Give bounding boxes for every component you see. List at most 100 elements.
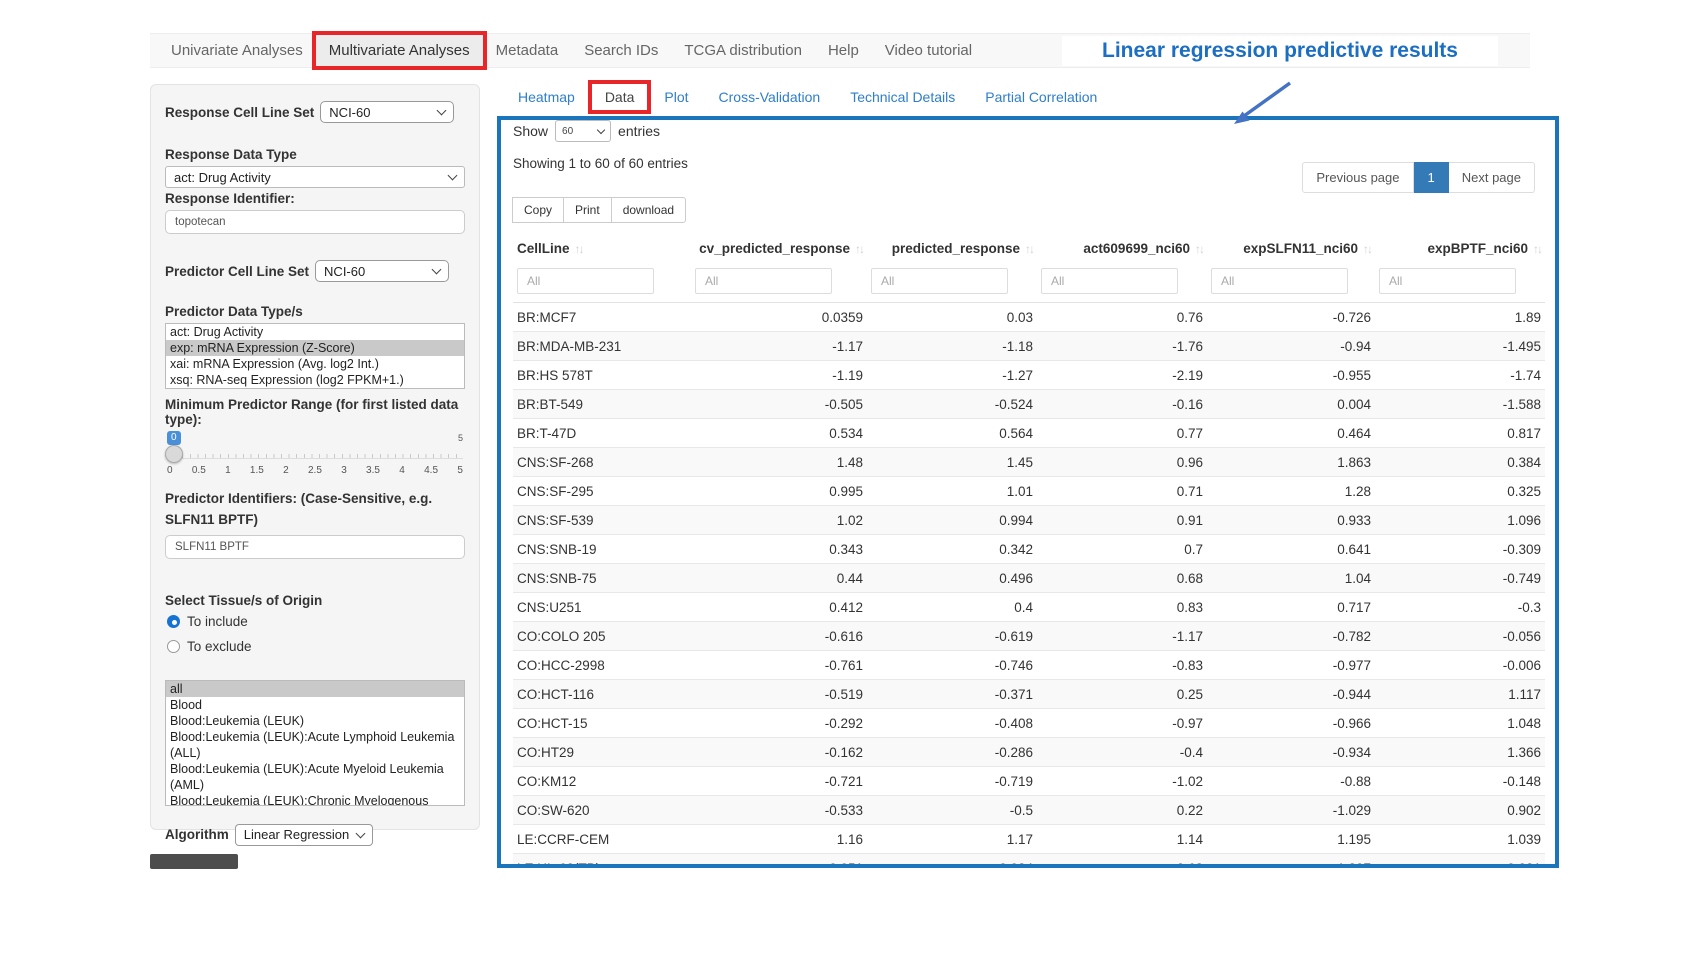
cellline-cell: CO:COLO 205 [513,622,691,651]
listbox-option[interactable]: Blood [166,697,464,713]
expbptf-cell: -0.3 [1375,593,1545,622]
table-row[interactable]: CO:HCT-116 -0.519 -0.371 0.25 -0.944 1.1… [513,680,1545,709]
column-filter-input[interactable] [1379,268,1516,294]
slider-tick-label: 4.5 [424,465,438,476]
table-header-row: CellLine↑↓ cv_predicted_response↑↓ predi… [513,233,1545,264]
nav-item[interactable]: Univariate Analyses [158,35,316,66]
predicted-response-cell: -0.524 [867,390,1037,419]
column-filter-input[interactable] [871,268,1008,294]
response-cell-line-set-select[interactable]: NCI-60 [320,101,454,123]
nav-item[interactable]: Search IDs [571,35,671,66]
listbox-option[interactable]: act: Drug Activity [166,324,464,340]
column-header-cellline[interactable]: CellLine↑↓ [513,233,691,264]
tissue-exclude-radio[interactable]: To exclude [167,639,465,654]
table-row[interactable]: CO:HCC-2998 -0.761 -0.746 -0.83 -0.977 -… [513,651,1545,680]
cv-predicted-response-cell: -0.292 [691,709,867,738]
table-row[interactable]: CNS:SNB-75 0.44 0.496 0.68 1.04 -0.749 [513,564,1545,593]
listbox-option[interactable]: Blood:Leukemia (LEUK) [166,713,464,729]
annotation-arrow-icon [1228,78,1298,130]
result-tab[interactable]: Partial Correlation [972,84,1110,110]
act609699-cell: 0.25 [1037,680,1207,709]
table-row[interactable]: LE:HL-60(TB) 0.951 0.934 0.68 1.307 0.03… [513,854,1545,869]
export-button[interactable]: Copy [512,197,564,223]
cellline-cell: CNS:SF-539 [513,506,691,535]
listbox-option[interactable]: Blood:Leukemia (LEUK):Chronic Myelogenou… [166,793,464,806]
nav-item[interactable]: TCGA distribution [671,35,815,66]
expslfn11-cell: -0.955 [1207,361,1375,390]
cv-predicted-response-cell: 0.343 [691,535,867,564]
column-filter-input[interactable] [1211,268,1348,294]
column-filter-input[interactable] [695,268,832,294]
nav-item[interactable]: Multivariate Analyses [316,35,483,66]
cv-predicted-response-cell: 0.951 [691,854,867,869]
cellline-cell: CO:SW-620 [513,796,691,825]
table-row[interactable]: CNS:U251 0.412 0.4 0.83 0.717 -0.3 [513,593,1545,622]
response-identifier-input[interactable]: topotecan [165,210,465,234]
column-header-expbptf-nci60[interactable]: expBPTF_nci60↑↓ [1375,233,1545,264]
next-page-button[interactable]: Next page [1449,162,1535,193]
column-filter-input[interactable] [1041,268,1178,294]
tissue-include-radio[interactable]: To include [167,614,465,629]
column-header-predicted-response[interactable]: predicted_response↑↓ [867,233,1037,264]
expbptf-cell: -1.588 [1375,390,1545,419]
table-row[interactable]: BR:HS 578T -1.19 -1.27 -2.19 -0.955 -1.7… [513,361,1545,390]
listbox-option[interactable]: Blood:Leukemia (LEUK):Acute Lymphoid Leu… [166,729,464,761]
expslfn11-cell: 0.933 [1207,506,1375,535]
slider-rail [167,454,463,459]
show-entries-select[interactable]: 60 [555,120,611,142]
table-row[interactable]: CO:COLO 205 -0.616 -0.619 -1.17 -0.782 -… [513,622,1545,651]
column-header-cv-predicted-response[interactable]: cv_predicted_response↑↓ [691,233,867,264]
cv-predicted-response-cell: -0.616 [691,622,867,651]
listbox-option[interactable]: exp: mRNA Expression (Z-Score) [166,340,464,356]
expslfn11-cell: 1.195 [1207,825,1375,854]
export-button[interactable]: download [611,197,686,223]
table-row[interactable]: CNS:SF-539 1.02 0.994 0.91 0.933 1.096 [513,506,1545,535]
table-row[interactable]: CO:HT29 -0.162 -0.286 -0.4 -0.934 1.366 [513,738,1545,767]
table-row[interactable]: CO:SW-620 -0.533 -0.5 0.22 -1.029 0.902 [513,796,1545,825]
column-header-expslfn11-nci60[interactable]: expSLFN11_nci60↑↓ [1207,233,1375,264]
response-identifier-label: Response Identifier: [165,191,465,206]
page-number-button[interactable]: 1 [1414,162,1449,193]
result-tab[interactable]: Technical Details [837,84,968,110]
listbox-option[interactable]: xai: mRNA Expression (Avg. log2 Int.) [166,356,464,372]
nav-item[interactable]: Help [815,35,872,66]
column-header-act609699-nci60[interactable]: act609699_nci60↑↓ [1037,233,1207,264]
predictor-cell-line-set-select[interactable]: NCI-60 [315,260,449,282]
show-entries-suffix: entries [618,123,660,139]
act609699-cell: -0.16 [1037,390,1207,419]
table-row[interactable]: CO:HCT-15 -0.292 -0.408 -0.97 -0.966 1.0… [513,709,1545,738]
table-row[interactable]: BR:BT-549 -0.505 -0.524 -0.16 0.004 -1.5… [513,390,1545,419]
response-data-type-select[interactable]: act: Drug Activity [165,166,465,188]
previous-page-button[interactable]: Previous page [1302,162,1413,193]
result-tab[interactable]: Cross-Validation [706,84,834,110]
column-filter-input[interactable] [517,268,654,294]
table-row[interactable]: CNS:SF-295 0.995 1.01 0.71 1.28 0.325 [513,477,1545,506]
table-row[interactable]: BR:T-47D 0.534 0.564 0.77 0.464 0.817 [513,419,1545,448]
algorithm-select[interactable]: Linear Regression [235,824,373,846]
nav-item[interactable]: Metadata [483,35,572,66]
slider-tick-label: 2.5 [308,465,322,476]
table-row[interactable]: CO:KM12 -0.721 -0.719 -1.02 -0.88 -0.148 [513,767,1545,796]
table-row[interactable]: LE:CCRF-CEM 1.16 1.17 1.14 1.195 1.039 [513,825,1545,854]
predicted-response-cell: 0.564 [867,419,1037,448]
cellline-cell: CNS:SNB-19 [513,535,691,564]
result-tab[interactable]: Heatmap [505,84,588,110]
listbox-option[interactable]: xsq: RNA-seq Expression (log2 FPKM+1.) [166,372,464,388]
table-row[interactable]: BR:MCF7 0.0359 0.03 0.76 -0.726 1.89 [513,303,1545,332]
export-button[interactable]: Print [563,197,612,223]
nav-item[interactable]: Video tutorial [872,35,985,66]
sort-icon: ↑↓ [1363,242,1371,256]
expslfn11-cell: -0.782 [1207,622,1375,651]
table-row[interactable]: CNS:SF-268 1.48 1.45 0.96 1.863 0.384 [513,448,1545,477]
result-tab[interactable]: Plot [651,84,701,110]
slider-handle[interactable] [165,445,183,463]
table-row[interactable]: BR:MDA-MB-231 -1.17 -1.18 -1.76 -0.94 -1… [513,332,1545,361]
expbptf-cell: 0.902 [1375,796,1545,825]
table-row[interactable]: CNS:SNB-19 0.343 0.342 0.7 0.641 -0.309 [513,535,1545,564]
listbox-option[interactable]: Blood:Leukemia (LEUK):Acute Myeloid Leuk… [166,761,464,793]
listbox-option[interactable]: all [166,681,464,697]
predictor-identifiers-input[interactable]: SLFN11 BPTF [165,535,465,559]
expslfn11-cell: 1.04 [1207,564,1375,593]
result-tab[interactable]: Data [592,84,648,110]
show-entries-prefix: Show [513,123,548,139]
